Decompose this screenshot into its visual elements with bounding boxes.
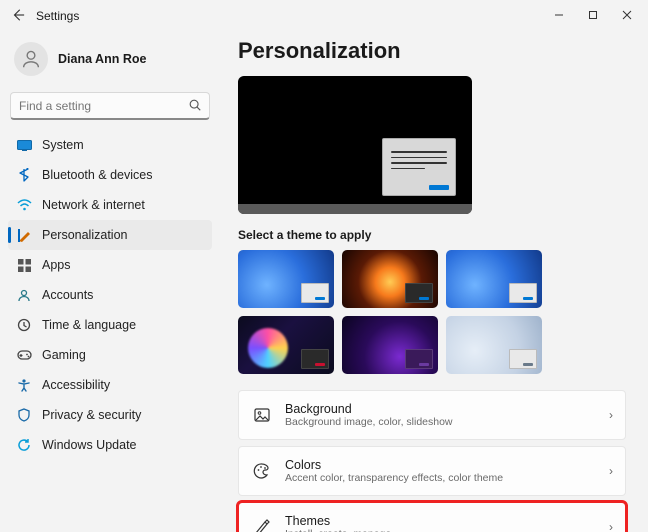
maximize-button[interactable] (576, 9, 610, 23)
background-icon (251, 406, 273, 424)
card-background[interactable]: BackgroundBackground image, color, slide… (238, 390, 626, 440)
card-subtitle: Install, create, manage (285, 528, 597, 532)
accounts-icon (16, 287, 32, 303)
avatar (14, 42, 48, 76)
bluetooth-icon (16, 167, 32, 183)
card-subtitle: Accent color, transparency effects, colo… (285, 472, 597, 484)
desktop-preview (238, 76, 472, 214)
back-button[interactable] (4, 8, 32, 25)
sidebar-item-privacy-security[interactable]: Privacy & security (8, 400, 212, 430)
preview-taskbar (238, 204, 472, 214)
theme-grid (238, 250, 626, 374)
minimize-button[interactable] (542, 9, 576, 23)
sidebar-item-time-language[interactable]: Time & language (8, 310, 212, 340)
themes-icon (251, 518, 273, 532)
titlebar: Settings (0, 0, 648, 32)
sidebar-item-label: Gaming (42, 348, 86, 362)
card-subtitle: Background image, color, slideshow (285, 416, 597, 428)
gaming-icon (16, 347, 32, 363)
system-icon (16, 137, 32, 153)
sidebar-item-windows-update[interactable]: Windows Update (8, 430, 212, 460)
sidebar-item-label: Time & language (42, 318, 136, 332)
chevron-right-icon: › (609, 464, 613, 478)
sidebar-item-bluetooth-devices[interactable]: Bluetooth & devices (8, 160, 212, 190)
theme-option[interactable] (342, 316, 438, 374)
search-icon (188, 98, 202, 115)
theme-option[interactable] (342, 250, 438, 308)
sidebar-item-label: Bluetooth & devices (42, 168, 153, 182)
theme-option[interactable] (238, 250, 334, 308)
sidebar-item-network-internet[interactable]: Network & internet (8, 190, 212, 220)
accessibility-icon (16, 377, 32, 393)
window-title: Settings (36, 9, 79, 23)
card-title: Themes (285, 514, 597, 528)
close-button[interactable] (610, 9, 644, 23)
update-icon (16, 437, 32, 453)
privacy-icon (16, 407, 32, 423)
sidebar-item-label: Privacy & security (42, 408, 141, 422)
sidebar-item-label: Personalization (42, 228, 127, 242)
sidebar-item-label: Apps (42, 258, 71, 272)
sidebar-item-label: Windows Update (42, 438, 137, 452)
sidebar-item-accessibility[interactable]: Accessibility (8, 370, 212, 400)
search-box[interactable] (10, 92, 210, 120)
theme-option[interactable] (446, 250, 542, 308)
user-profile[interactable]: Diana Ann Roe (8, 36, 212, 90)
card-themes[interactable]: ThemesInstall, create, manage › (238, 502, 626, 532)
chevron-right-icon: › (609, 408, 613, 422)
sidebar-item-apps[interactable]: Apps (8, 250, 212, 280)
card-title: Background (285, 402, 597, 416)
colors-icon (251, 462, 273, 480)
sidebar: Diana Ann Roe System Bluetooth & devices N… (0, 32, 220, 532)
time-icon (16, 317, 32, 333)
sidebar-item-system[interactable]: System (8, 130, 212, 160)
sidebar-item-personalization[interactable]: Personalization (8, 220, 212, 250)
card-title: Colors (285, 458, 597, 472)
sidebar-item-accounts[interactable]: Accounts (8, 280, 212, 310)
sidebar-item-label: Network & internet (42, 198, 145, 212)
sidebar-item-label: Accessibility (42, 378, 110, 392)
sidebar-item-gaming[interactable]: Gaming (8, 340, 212, 370)
sidebar-item-label: System (42, 138, 84, 152)
main-content: Personalization Select a theme to apply … (220, 32, 648, 532)
user-name: Diana Ann Roe (58, 52, 146, 66)
sidebar-item-label: Accounts (42, 288, 93, 302)
page-title: Personalization (238, 38, 626, 64)
search-input[interactable] (10, 92, 210, 120)
apps-icon (16, 257, 32, 273)
chevron-right-icon: › (609, 520, 613, 532)
select-theme-label: Select a theme to apply (238, 228, 626, 242)
preview-window (382, 138, 456, 196)
theme-option[interactable] (446, 316, 542, 374)
card-colors[interactable]: ColorsAccent color, transparency effects… (238, 446, 626, 496)
theme-option[interactable] (238, 316, 334, 374)
personalization-icon (16, 227, 32, 243)
wifi-icon (16, 197, 32, 213)
